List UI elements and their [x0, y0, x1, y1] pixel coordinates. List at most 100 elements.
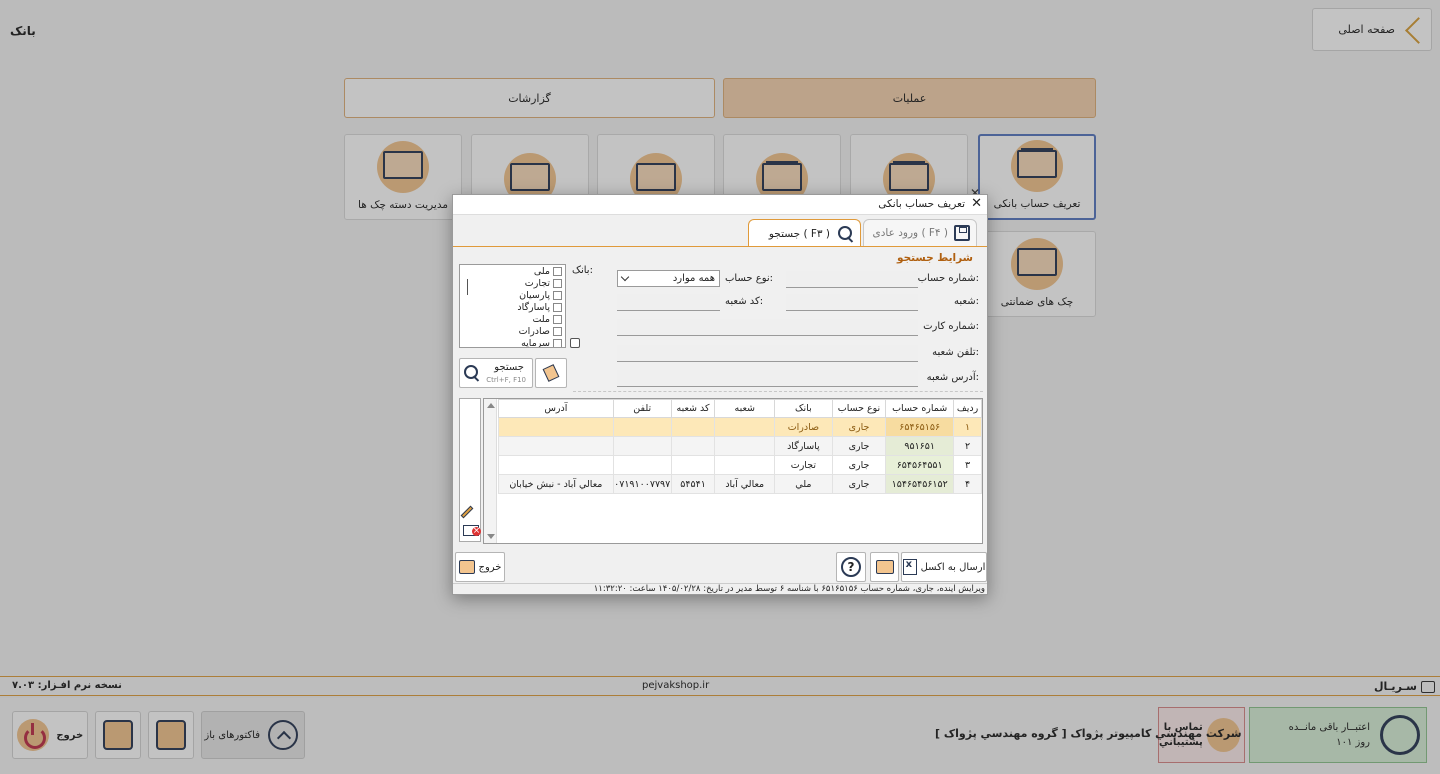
export-excel-label: ارسال به اکسل — [920, 561, 986, 573]
card-number-input[interactable] — [617, 319, 918, 336]
search-button[interactable]: جستجو Ctrl+F, F10 — [459, 358, 533, 388]
col-row-number[interactable]: ردیف — [953, 399, 982, 418]
close-icon[interactable]: ✕ — [971, 196, 982, 211]
cell: ۱ — [953, 417, 982, 437]
cell: جاری — [831, 474, 887, 494]
bank-option-label: پاسارگاد — [517, 301, 550, 313]
cell: جاری — [831, 455, 887, 475]
bank-option[interactable]: پاسارگاد — [460, 301, 565, 313]
tab-search-label: جستجو ( F۳ ) — [768, 227, 830, 240]
bank-checkbox[interactable] — [553, 326, 562, 336]
bank-option-label: سرمایه — [521, 337, 550, 348]
search-icon — [838, 225, 854, 242]
cell: معالي آباد - نبش خيابان — [498, 474, 614, 494]
printer-icon — [875, 560, 894, 574]
bank-checklist[interactable]: ملی تجارت پارسیان پاسارگاد ملت صادرات سر… — [459, 264, 566, 348]
col-branch-code[interactable]: کد شعبه — [670, 399, 716, 418]
branch-label: شعبه: — [954, 296, 979, 307]
tab-search[interactable]: جستجو ( F۳ ) — [748, 219, 861, 247]
cell: ۴ — [953, 474, 982, 494]
branch-input[interactable] — [786, 294, 918, 311]
bank-checkbox[interactable] — [553, 338, 562, 347]
cell: پاسارگاد — [774, 436, 833, 456]
account-type-select[interactable]: همه موارد — [617, 270, 720, 287]
account-number-input[interactable] — [786, 271, 918, 288]
account-type-value: همه موارد — [672, 273, 715, 284]
exit-button-label: خروج — [478, 561, 502, 573]
bank-checkbox[interactable] — [553, 266, 562, 276]
branch-phone-input[interactable] — [617, 345, 918, 362]
cell — [612, 417, 672, 437]
bank-checkbox[interactable] — [553, 302, 562, 312]
branch-address-label: آدرس شعبه: — [926, 372, 979, 383]
broom-icon — [542, 364, 560, 382]
bank-label: بانک: — [572, 265, 593, 276]
cell — [714, 436, 776, 456]
grid-scrollbar[interactable] — [484, 399, 497, 543]
bank-option[interactable]: پارسیان — [460, 289, 565, 301]
cell — [670, 455, 716, 475]
cell: معالي آباد — [714, 474, 776, 494]
cell: ۲ — [953, 436, 982, 456]
print-button[interactable] — [870, 552, 899, 582]
branch-code-input[interactable] — [617, 294, 720, 311]
edit-pencil-icon[interactable] — [460, 505, 474, 519]
bank-option[interactable]: ملت — [460, 313, 565, 325]
tab-divider — [453, 246, 987, 247]
col-account-type[interactable]: نوع حساب — [831, 399, 887, 418]
cell — [498, 436, 614, 456]
cell — [612, 455, 672, 475]
accounts-grid[interactable]: ردیف شماره حساب نوع حساب بانک شعبه کد شع… — [483, 398, 983, 544]
exit-door-icon — [458, 560, 475, 574]
bank-option[interactable]: سرمایه — [460, 337, 565, 348]
branch-phone-label: تلفن شعبه: — [932, 347, 979, 358]
cell: ۰۷۱۹۱۰۰۷۷۹۷ — [612, 474, 672, 494]
row-tools — [459, 398, 481, 542]
select-all-banks-checkbox[interactable] — [570, 338, 580, 348]
col-address[interactable]: آدرس — [498, 399, 614, 418]
bank-option-label: پارسیان — [519, 289, 550, 301]
col-account-number[interactable]: شماره حساب — [885, 399, 955, 418]
cell — [714, 417, 776, 437]
cell — [714, 455, 776, 475]
col-phone[interactable]: تلفن — [612, 399, 672, 418]
tab-normal-entry[interactable]: ورود عادی ( F۴ ) — [863, 219, 977, 247]
bank-option-label: تجارت — [524, 277, 550, 289]
search-conditions-title: شرایط جستجو — [897, 252, 973, 264]
export-excel-button[interactable]: ارسال به اکسل — [901, 552, 987, 582]
bank-checkbox[interactable] — [553, 314, 562, 324]
bank-option[interactable]: صادرات — [460, 325, 565, 337]
status-bar: ويرايش آينده، جاری، شماره حساب ۶۵۱۶۵۱۵۶ … — [453, 583, 987, 595]
cell: جاری — [831, 417, 887, 437]
account-number-label: شماره حساب: — [917, 273, 979, 284]
help-button[interactable]: ? — [836, 552, 866, 582]
cell — [498, 417, 614, 437]
cell: تجارت — [774, 455, 833, 475]
branch-address-input[interactable] — [617, 370, 918, 387]
card-number-label: شماره کارت: — [923, 321, 979, 332]
table-row[interactable]: ۴ ۱۵۴۶۵۴۵۶۱۵۲ جاری ملي معالي آباد ۵۴۵۴۱ … — [498, 474, 982, 494]
search-icon — [464, 365, 480, 381]
col-bank[interactable]: بانک — [774, 399, 833, 418]
bank-checkbox[interactable] — [553, 278, 562, 288]
search-shortcut: Ctrl+F, F10 — [486, 376, 526, 384]
clear-filters-button[interactable] — [535, 358, 567, 388]
cell — [612, 436, 672, 456]
exit-button[interactable]: خروج — [455, 552, 505, 582]
bank-option-label: ملت — [532, 313, 550, 325]
bank-option-label: ملی — [533, 265, 550, 277]
table-row[interactable]: ۱ ۶۵۴۶۵۱۵۶ جاری صادرات — [498, 417, 982, 437]
divider — [573, 391, 983, 392]
cell: ۶۵۴۵۶۴۵۵۱ — [885, 455, 955, 475]
bank-checkbox[interactable] — [553, 290, 562, 300]
table-row[interactable]: ۲ ۹۵۱۶۵۱ جاری پاسارگاد — [498, 436, 982, 456]
bank-option[interactable]: تجارت — [460, 277, 565, 289]
bank-option-label: صادرات — [518, 325, 550, 337]
col-branch[interactable]: شعبه — [714, 399, 776, 418]
delete-record-icon[interactable] — [463, 525, 481, 536]
list-scrollbar[interactable] — [467, 279, 468, 295]
cell — [670, 436, 716, 456]
bank-option[interactable]: ملی — [460, 265, 565, 277]
account-type-label: نوع حساب: — [725, 273, 774, 284]
table-row[interactable]: ۳ ۶۵۴۵۶۴۵۵۱ جاری تجارت — [498, 455, 982, 475]
